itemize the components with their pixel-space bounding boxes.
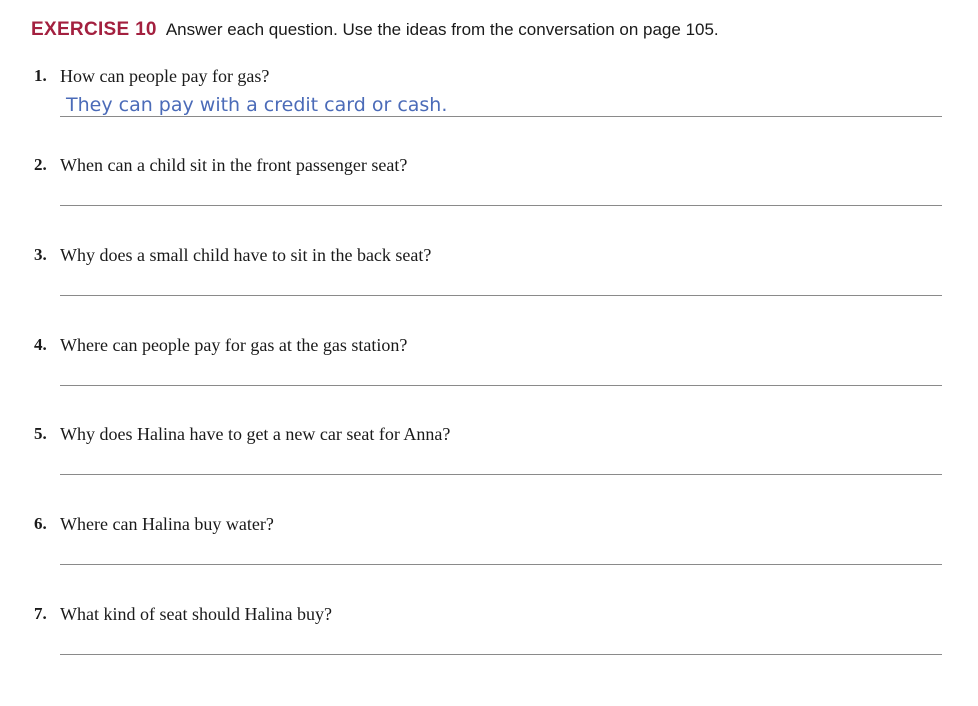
question-text: What kind of seat should Halina buy? (60, 604, 332, 624)
question-3: 3. Why does a small child have to sit in… (0, 245, 978, 335)
answer-line[interactable] (60, 654, 942, 655)
question-text: How can people pay for gas? (60, 66, 270, 86)
exercise-label: EXERCISE 10 (31, 19, 157, 40)
question-number: 2. (34, 155, 47, 174)
question-number: 1. (34, 66, 47, 85)
answer-text[interactable]: They can pay with a credit card or cash. (66, 94, 447, 116)
question-number: 5. (34, 424, 47, 443)
question-text: Why does a small child have to sit in th… (60, 245, 432, 265)
answer-line[interactable] (60, 205, 942, 206)
question-text: Where can people pay for gas at the gas … (60, 335, 408, 355)
question-number: 6. (34, 514, 47, 533)
question-text: Why does Halina have to get a new car se… (60, 424, 451, 444)
exercise-header: EXERCISE 10 Answer each question. Use th… (31, 19, 719, 41)
question-number: 4. (34, 335, 47, 354)
question-1: 1. How can people pay for gas? They can … (0, 66, 978, 156)
exercise-instructions: Answer each question. Use the ideas from… (165, 20, 719, 39)
answer-line[interactable] (60, 474, 942, 475)
question-2: 2. When can a child sit in the front pas… (0, 155, 978, 245)
question-text: When can a child sit in the front passen… (60, 155, 408, 175)
answer-line[interactable] (60, 385, 942, 386)
question-number: 7. (34, 604, 47, 623)
answer-line[interactable] (60, 116, 942, 117)
question-text: Where can Halina buy water? (60, 514, 274, 534)
question-7: 7. What kind of seat should Halina buy? (0, 604, 978, 694)
question-6: 6. Where can Halina buy water? (0, 514, 978, 604)
question-4: 4. Where can people pay for gas at the g… (0, 335, 978, 425)
worksheet-page: EXERCISE 10 Answer each question. Use th… (0, 0, 978, 706)
answer-line[interactable] (60, 295, 942, 296)
question-number: 3. (34, 245, 47, 264)
answer-line[interactable] (60, 564, 942, 565)
question-5: 5. Why does Halina have to get a new car… (0, 424, 978, 514)
